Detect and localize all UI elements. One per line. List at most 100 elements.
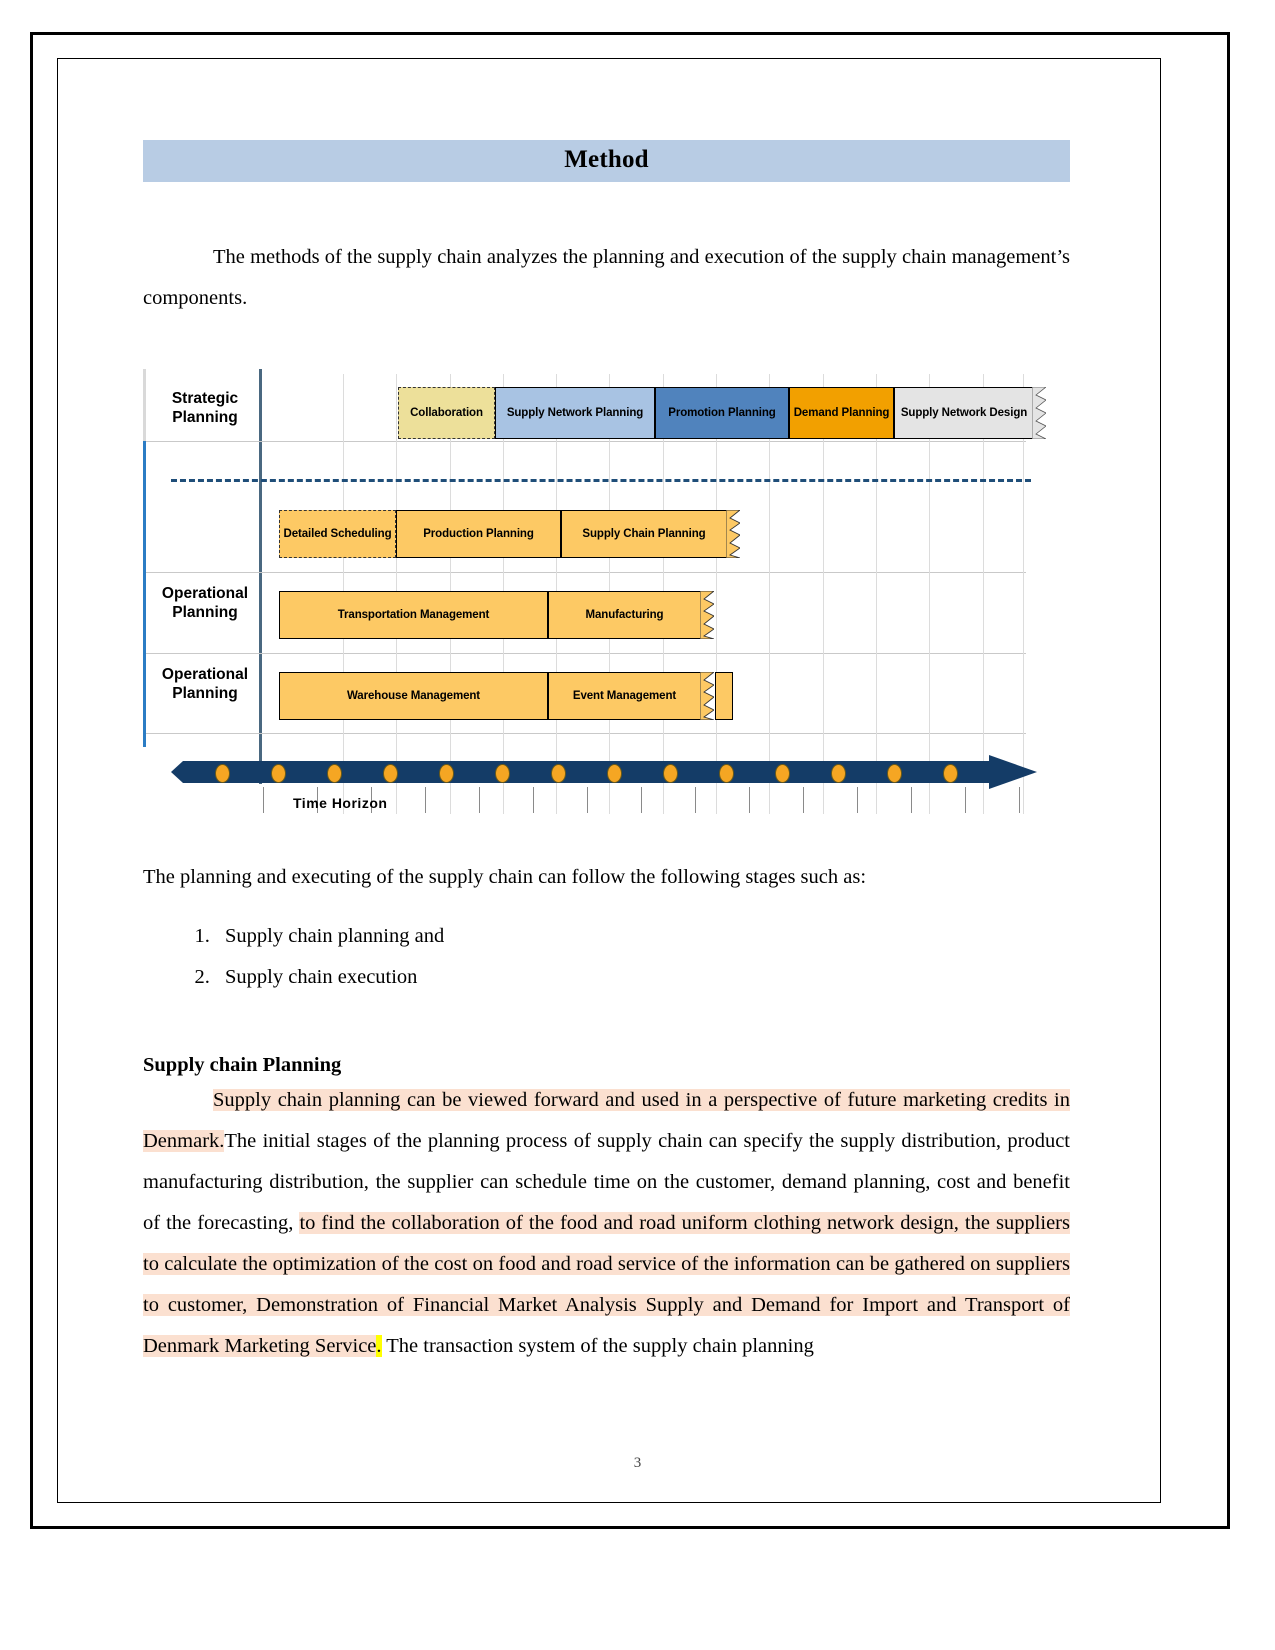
diagram-axis-line bbox=[259, 369, 262, 784]
time-horizon-bar bbox=[183, 761, 989, 783]
arrow-head-icon bbox=[989, 755, 1037, 789]
block-trailing-segment[interactable] bbox=[715, 672, 733, 720]
grid-tick bbox=[983, 374, 984, 814]
zigzag-edge-icon bbox=[1032, 387, 1046, 439]
axis-tick bbox=[857, 787, 858, 813]
axis-tick bbox=[533, 787, 534, 813]
time-marker bbox=[215, 764, 230, 783]
diagram-hrule bbox=[146, 572, 1026, 573]
time-marker bbox=[271, 764, 286, 783]
time-marker bbox=[775, 764, 790, 783]
intro-paragraph: The methods of the supply chain analyzes… bbox=[143, 246, 1070, 309]
axis-tick bbox=[1019, 787, 1020, 813]
axis-tick bbox=[587, 787, 588, 813]
row-label-line2: Planning bbox=[172, 685, 238, 702]
body-paragraph: Supply chain planning can be viewed forw… bbox=[143, 1080, 1070, 1367]
block-event-management[interactable]: Event Management bbox=[548, 672, 701, 720]
time-marker bbox=[607, 764, 622, 783]
block-label: Demand Planning bbox=[793, 407, 890, 419]
axis-tick bbox=[425, 787, 426, 813]
time-marker bbox=[831, 764, 846, 783]
block-collaboration[interactable]: Collaboration bbox=[398, 387, 495, 439]
block-transportation-management[interactable]: Transportation Management bbox=[279, 591, 548, 639]
block-production-planning[interactable]: Production Planning bbox=[396, 510, 561, 558]
row-label-operational-planning-1: Operational Planning bbox=[151, 584, 259, 622]
block-supply-network-design[interactable]: Supply Network Design bbox=[894, 387, 1034, 439]
grid-tick bbox=[769, 374, 770, 814]
zigzag-edge-icon bbox=[700, 591, 714, 639]
time-marker bbox=[943, 764, 958, 783]
block-supply-chain-planning[interactable]: Supply Chain Planning bbox=[561, 510, 727, 558]
stages-list: Supply chain planning and Supply chain e… bbox=[143, 916, 1070, 998]
arrow-tail-icon bbox=[171, 761, 183, 783]
axis-tick bbox=[749, 787, 750, 813]
grid-tick bbox=[929, 374, 930, 814]
time-marker bbox=[495, 764, 510, 783]
list-item: Supply chain planning and bbox=[215, 916, 1070, 957]
time-marker bbox=[719, 764, 734, 783]
axis-tick bbox=[695, 787, 696, 813]
axis-tick bbox=[803, 787, 804, 813]
zigzag-edge-icon bbox=[700, 672, 714, 720]
block-demand-planning[interactable]: Demand Planning bbox=[789, 387, 894, 439]
block-detailed-scheduling[interactable]: Detailed Scheduling bbox=[279, 510, 396, 558]
section-subheading: Supply chain Planning bbox=[143, 1054, 342, 1076]
document-page: Method The methods of the supply chain a… bbox=[0, 0, 1275, 1650]
time-marker bbox=[439, 764, 454, 783]
row-label-strategic-planning: Strategic Planning bbox=[151, 389, 259, 427]
stages-lead-in-paragraph: The planning and executing of the supply… bbox=[143, 866, 867, 888]
page-title: Method bbox=[143, 140, 1070, 182]
row-label-line1: Operational bbox=[161, 585, 249, 602]
block-label: Warehouse Management bbox=[346, 690, 481, 702]
row-label-line2: Planning bbox=[172, 409, 238, 426]
axis-tick bbox=[911, 787, 912, 813]
block-label: Collaboration bbox=[410, 407, 483, 419]
time-horizon-axis bbox=[171, 755, 1043, 789]
grid-tick bbox=[823, 374, 824, 814]
block-label: Detailed Scheduling bbox=[283, 528, 392, 540]
grid-tick bbox=[716, 374, 717, 814]
grid-tick bbox=[1023, 374, 1024, 814]
row-label-line1: Strategic bbox=[171, 390, 239, 407]
block-label: Transportation Management bbox=[337, 609, 490, 621]
block-label: Manufacturing bbox=[585, 609, 664, 621]
grid-tick bbox=[876, 374, 877, 814]
row-label-line2: Planning bbox=[172, 604, 238, 621]
block-label: Supply Network Design bbox=[900, 407, 1028, 419]
supply-chain-timeline-diagram: Strategic Planning Operational Planning … bbox=[143, 369, 1046, 819]
block-label: Event Management bbox=[572, 690, 677, 702]
diagram-hrule bbox=[146, 733, 1026, 734]
axis-tick bbox=[965, 787, 966, 813]
time-marker bbox=[383, 764, 398, 783]
block-label: Supply Network Planning bbox=[506, 407, 644, 419]
row-label-line1: Operational bbox=[161, 666, 249, 683]
block-supply-network-planning[interactable]: Supply Network Planning bbox=[495, 387, 655, 439]
block-manufacturing[interactable]: Manufacturing bbox=[548, 591, 701, 639]
block-label: Supply Chain Planning bbox=[582, 528, 706, 540]
time-marker bbox=[663, 764, 678, 783]
block-warehouse-management[interactable]: Warehouse Management bbox=[279, 672, 548, 720]
time-marker bbox=[327, 764, 342, 783]
time-horizon-label: Time Horizon bbox=[293, 795, 388, 811]
diagram-left-rule-blue bbox=[143, 441, 146, 747]
time-marker bbox=[551, 764, 566, 783]
time-marker bbox=[887, 764, 902, 783]
diagram-dashed-divider bbox=[171, 479, 1031, 482]
zigzag-edge-icon bbox=[726, 510, 740, 558]
block-promotion-planning[interactable]: Promotion Planning bbox=[655, 387, 789, 439]
page-number: 3 bbox=[633, 1455, 642, 1471]
axis-tick bbox=[641, 787, 642, 813]
axis-tick bbox=[479, 787, 480, 813]
axis-tick bbox=[263, 787, 264, 813]
block-label: Promotion Planning bbox=[668, 407, 776, 419]
diagram-hrule bbox=[146, 653, 1026, 654]
row-label-operational-planning-2: Operational Planning bbox=[151, 665, 259, 703]
plain-text-2: The transaction system of the supply cha… bbox=[381, 1335, 814, 1357]
list-item: Supply chain execution bbox=[215, 957, 1070, 998]
block-label: Production Planning bbox=[423, 528, 534, 540]
page-content: Method The methods of the supply chain a… bbox=[143, 140, 1070, 1367]
